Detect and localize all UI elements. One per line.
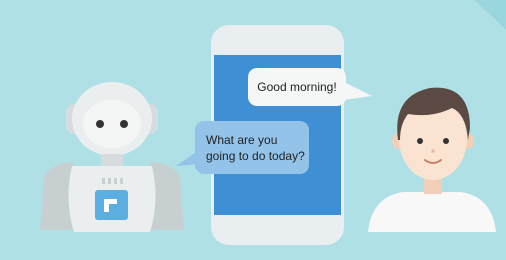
user-message-text: Good morning!	[257, 80, 337, 94]
robot-message-text: What are you going to do today?	[206, 132, 305, 164]
chat-illustration: Good morning! What are you going to do t…	[0, 0, 506, 260]
robot-message-bubble: What are you going to do today?	[195, 121, 309, 174]
robot-message-line-2: going to do today?	[206, 148, 305, 163]
user-message-bubble: Good morning!	[248, 68, 346, 106]
robot-message-line-1: What are you	[206, 132, 278, 147]
